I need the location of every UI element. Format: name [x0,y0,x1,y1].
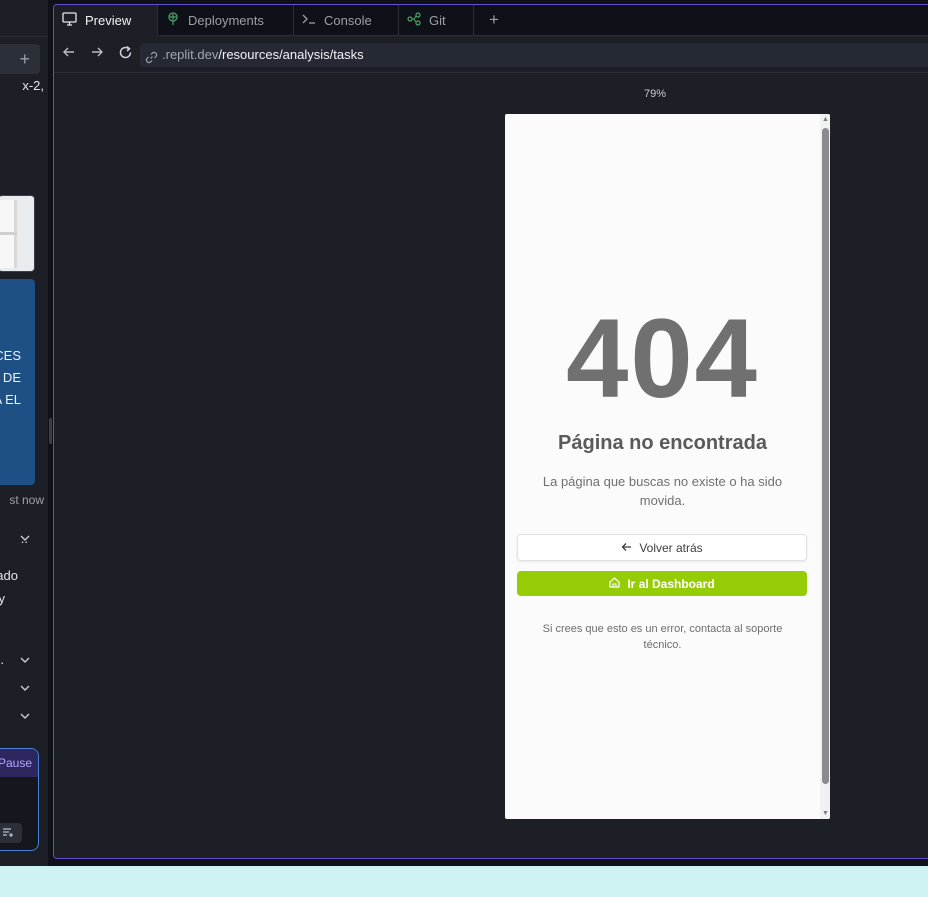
chat-image-thumbnail[interactable] [0,195,35,272]
chevron-down-icon[interactable] [20,655,32,667]
url-host: .replit.dev [162,47,219,62]
tab-label: Git [429,13,446,28]
prompt-options-icon[interactable] [0,823,22,843]
new-chat-button[interactable]: + [0,44,40,74]
chevron-down-icon[interactable] [20,683,32,695]
scroll-down-icon[interactable]: ▼ [822,810,829,817]
zoom-level: 79% [644,88,667,100]
url-path: /resources/analysis/tasks [218,47,364,62]
chat-panel: + x-2, CES O DE A EL st now .. ado y . P… [0,0,48,866]
url-bar: .replit.dev/resources/analysis/tasks [54,37,928,73]
preview-text-line: CES [0,348,21,363]
scrollbar[interactable]: ▲ ▼ [820,114,830,819]
chat-image-preview[interactable]: CES O DE A EL [0,279,35,485]
go-back-button[interactable]: Volver atrás [517,534,807,561]
error-code: 404 [566,296,759,421]
app-window: + x-2, CES O DE A EL st now .. ado y . P… [0,0,928,866]
add-tab-button[interactable]: + [484,11,504,31]
link-icon [145,48,158,72]
monitor-icon [62,12,77,29]
tab-console[interactable]: Console [294,5,399,36]
chat-text-line: y [0,591,5,606]
tab-git[interactable]: Git [399,5,474,36]
tab-label: Console [324,13,372,28]
workspace-pane: Preview Deployments Console Git + .repli… [53,4,928,859]
reload-icon[interactable] [115,45,135,65]
support-text: Si crees que esto es un error, contacta … [542,623,783,651]
chevron-down-icon[interactable] [20,533,32,545]
device-preview: 404 Página no encontrada La página que b… [505,114,830,819]
go-back-label: Volver atrás [639,540,703,555]
error-title: Página no encontrada [558,432,767,454]
scroll-up-icon[interactable]: ▲ [822,116,829,123]
tab-label: Preview [85,13,132,28]
pause-button[interactable]: Pause [0,756,32,770]
agent-input-box[interactable]: Pause [0,748,39,851]
preview-viewport: 79% 404 Página no encontrada La página q… [54,74,928,858]
dashboard-button[interactable]: Ir al Dashboard [517,571,807,596]
dashboard-label: Ir al Dashboard [627,576,715,591]
chat-text-line: x-2, [22,78,44,93]
preview-text-line: O DE [0,370,21,385]
tab-deployments[interactable]: Deployments [158,5,294,36]
home-icon [609,576,620,591]
message-timestamp: st now [9,493,44,507]
deployments-icon [166,12,180,29]
scroll-thumb[interactable] [822,128,829,784]
tab-label: Deployments [188,13,264,28]
chat-text-line: ado [0,568,18,583]
forward-arrow-icon[interactable] [87,45,107,65]
panel-resize-handle[interactable] [49,418,52,444]
arrow-left-icon [621,541,632,555]
error-description: La página que buscas no existe o ha sido… [542,474,783,508]
chat-panel-header [0,0,48,37]
back-arrow-icon[interactable] [59,45,79,65]
url-input[interactable]: .replit.dev/resources/analysis/tasks [140,43,928,67]
terminal-icon [302,13,316,28]
pause-bar: Pause [0,749,38,777]
tab-bar: Preview Deployments Console Git + [54,5,928,36]
chevron-down-icon[interactable] [20,711,32,723]
tab-preview[interactable]: Preview [54,5,158,36]
collapsed-section-label: . [0,652,4,667]
preview-text-line: A EL [0,392,21,407]
git-icon [407,12,421,29]
